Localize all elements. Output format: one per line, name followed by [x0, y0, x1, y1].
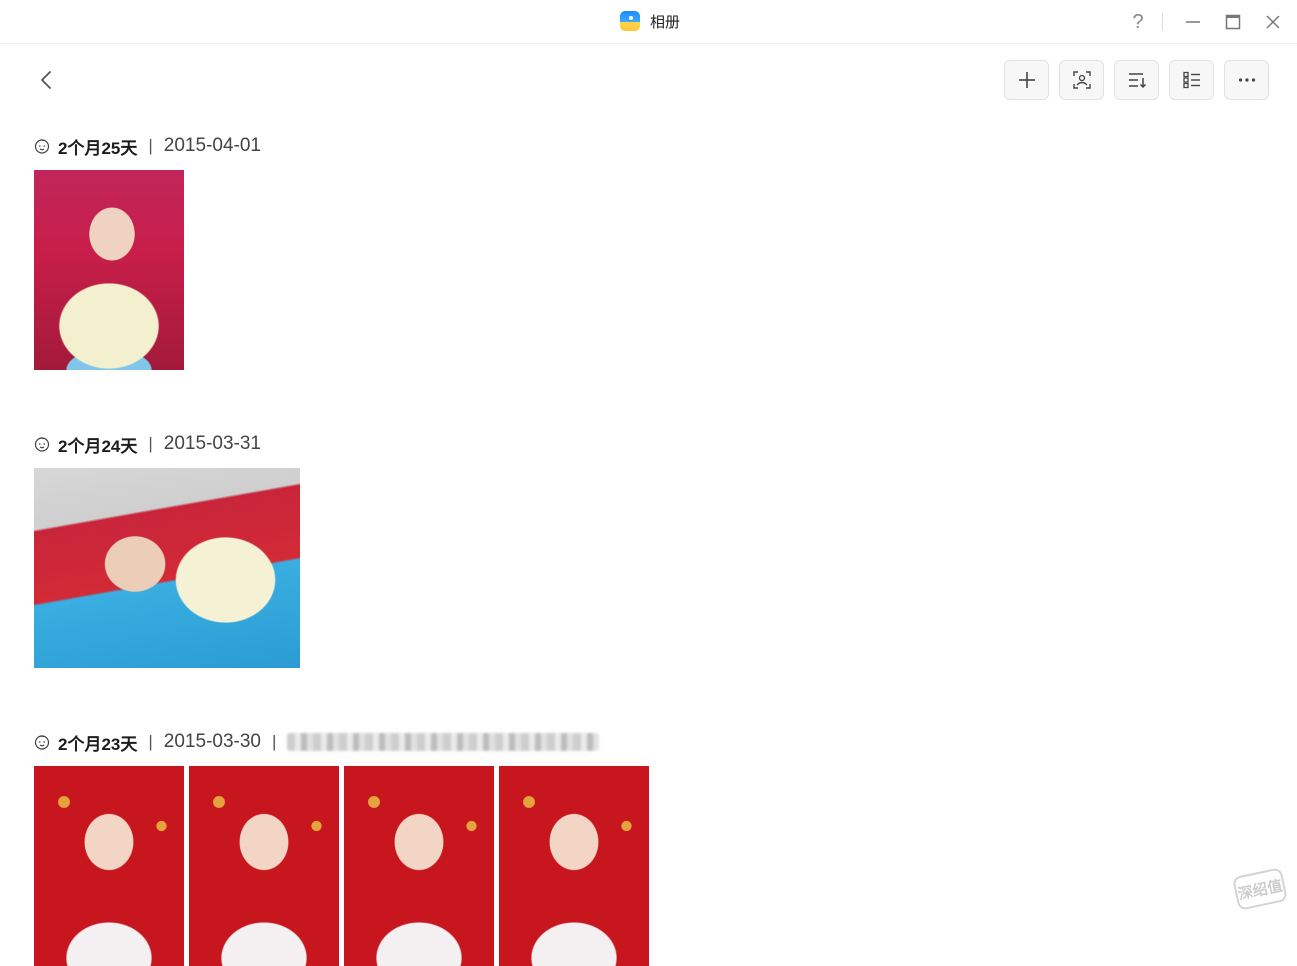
photo-thumbnail[interactable]	[499, 766, 649, 966]
group-header: 2个月25天 | 2015-04-01	[34, 134, 261, 158]
sort-icon	[1127, 70, 1147, 90]
group-age: 2个月24天	[58, 432, 137, 457]
title-bar: 相册 ?	[0, 0, 1297, 44]
photos-app-icon	[620, 11, 640, 31]
photo-thumbnail[interactable]	[34, 468, 300, 668]
baby-icon	[34, 138, 50, 154]
group-age: 2个月23天	[58, 730, 137, 755]
group-header: 2个月23天 | 2015-03-30 |	[34, 730, 649, 754]
window-controls: ?	[1118, 0, 1297, 44]
baby-icon	[34, 436, 50, 452]
photo-thumbnail[interactable]	[34, 766, 184, 966]
header-separator: |	[148, 732, 152, 752]
divider	[1162, 13, 1163, 31]
add-button[interactable]	[1004, 60, 1049, 100]
watermark-text: 深绍值	[1236, 874, 1284, 904]
more-icon	[1237, 70, 1257, 90]
help-button[interactable]: ?	[1118, 0, 1158, 44]
list-view-button[interactable]	[1169, 60, 1214, 100]
app-title: 相册	[620, 10, 680, 32]
maximize-icon	[1224, 13, 1242, 31]
toolbar	[1004, 60, 1269, 100]
group-date: 2015-04-01	[164, 135, 261, 157]
baby-icon	[34, 734, 50, 750]
face-scan-button[interactable]	[1059, 60, 1104, 100]
more-button[interactable]	[1224, 60, 1269, 100]
group-age: 2个月25天	[58, 134, 137, 159]
redacted-location	[287, 733, 599, 751]
back-button[interactable]	[32, 66, 60, 94]
minimize-icon	[1184, 13, 1202, 31]
photo-grid	[34, 766, 649, 966]
photo-thumbnail[interactable]	[189, 766, 339, 966]
group-header: 2个月24天 | 2015-03-31	[34, 432, 300, 456]
photo-group: 2个月24天 | 2015-03-31	[34, 432, 300, 668]
chevron-left-icon	[38, 70, 54, 90]
face-scan-icon	[1072, 70, 1092, 90]
photo-thumbnail[interactable]	[344, 766, 494, 966]
header-separator: |	[272, 732, 276, 752]
close-button[interactable]	[1253, 0, 1293, 44]
group-date: 2015-03-31	[164, 433, 261, 455]
photo-group: 2个月23天 | 2015-03-30 |	[34, 730, 649, 966]
window-title: 相册	[650, 11, 680, 32]
photo-grid	[34, 170, 261, 370]
help-icon: ?	[1132, 11, 1143, 34]
maximize-button[interactable]	[1213, 0, 1253, 44]
watermark: 深绍值	[1232, 867, 1288, 911]
minimize-button[interactable]	[1173, 0, 1213, 44]
header-separator: |	[148, 136, 152, 156]
header-separator: |	[148, 434, 152, 454]
group-date: 2015-03-30	[164, 731, 261, 753]
plus-icon	[1017, 70, 1037, 90]
sort-button[interactable]	[1114, 60, 1159, 100]
list-view-icon	[1182, 70, 1202, 90]
photo-grid	[34, 468, 300, 668]
photo-thumbnail[interactable]	[34, 170, 184, 370]
photo-group: 2个月25天 | 2015-04-01	[34, 134, 261, 370]
close-icon	[1264, 13, 1282, 31]
